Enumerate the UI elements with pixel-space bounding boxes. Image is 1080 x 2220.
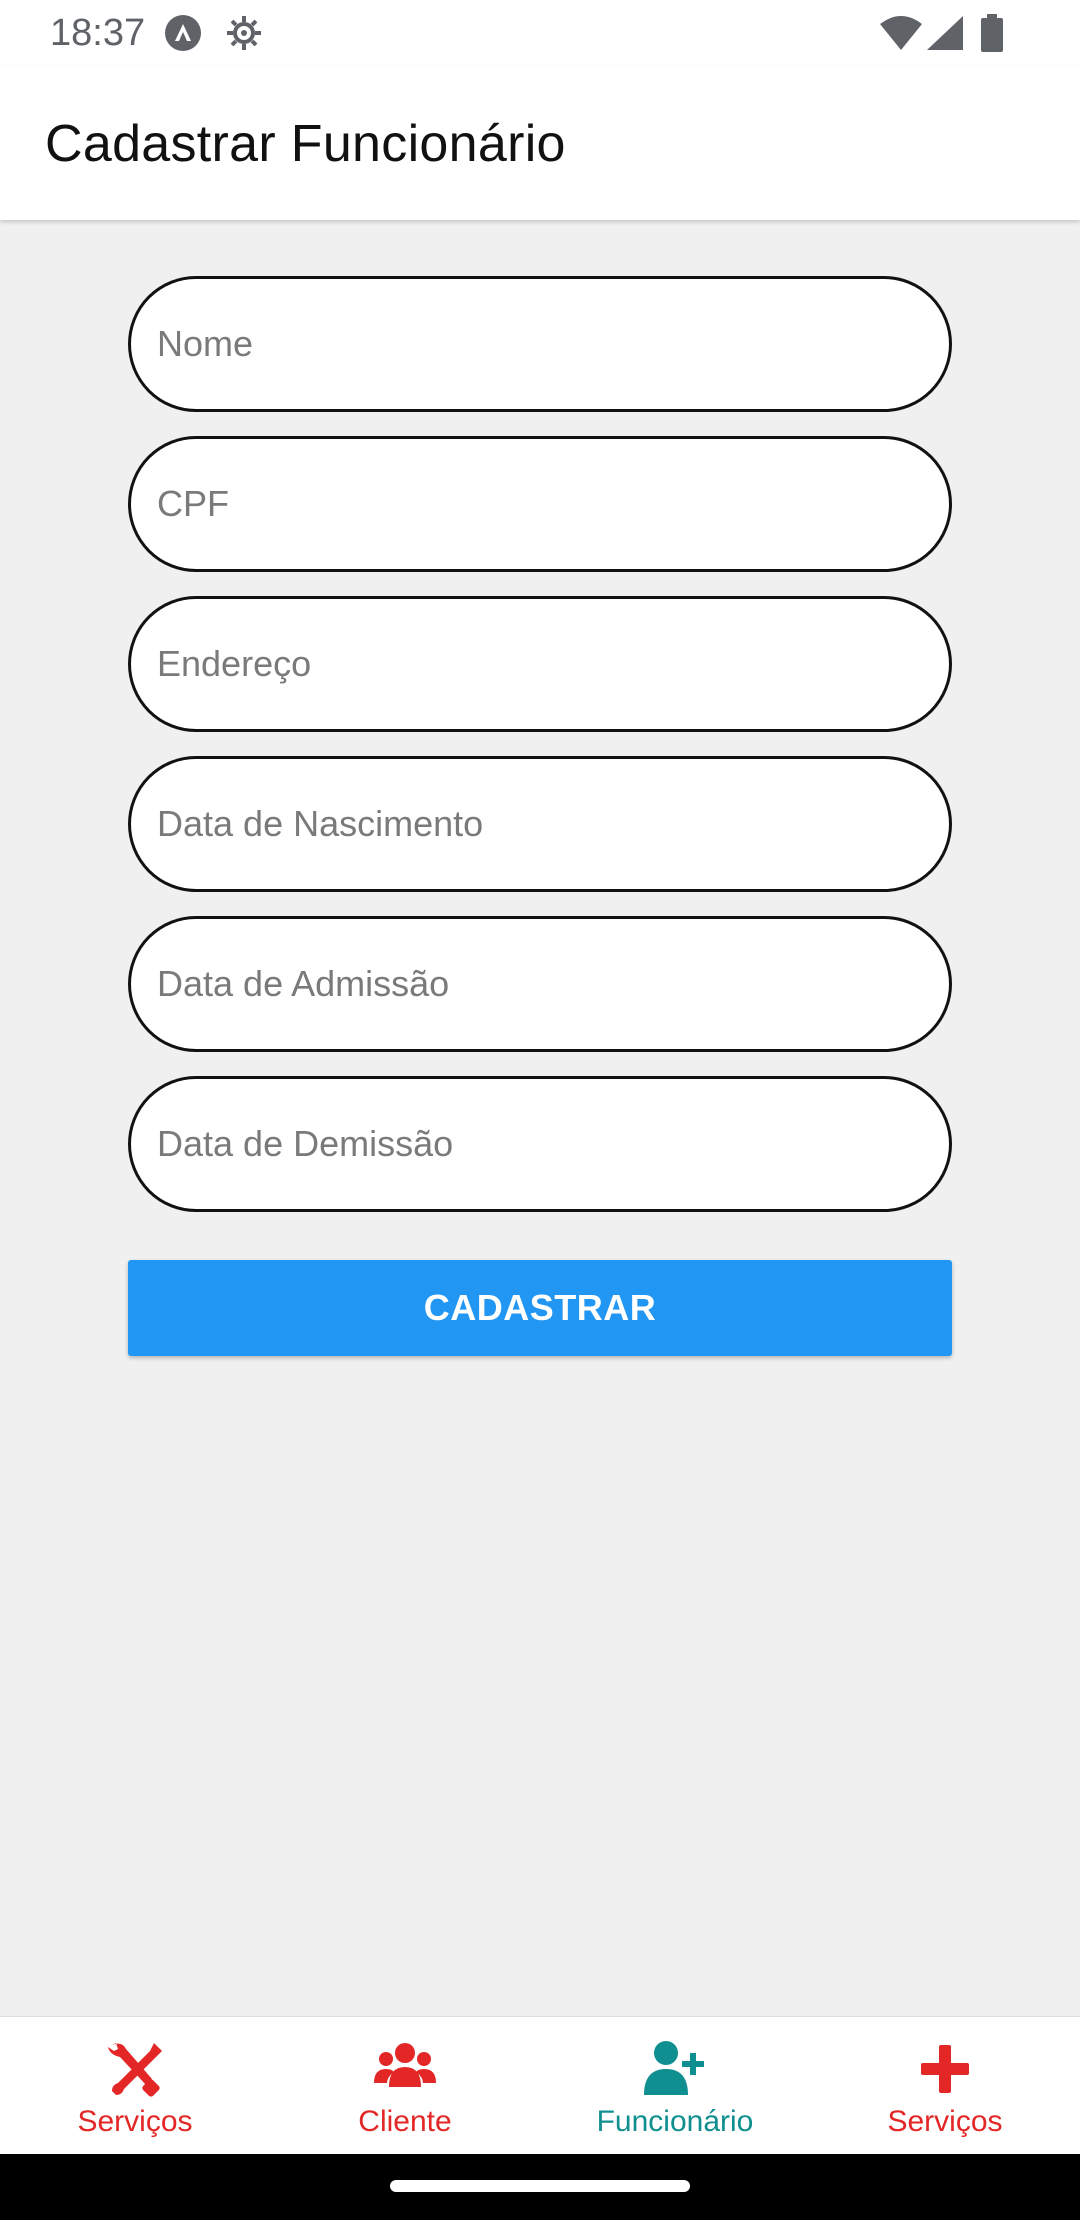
tools-icon [108, 2043, 162, 2097]
home-gesture-handle[interactable] [390, 2180, 690, 2192]
a-badge-icon [165, 15, 201, 51]
nav-item-funcionario[interactable]: Funcionário [540, 2017, 810, 2155]
plus-icon [921, 2045, 969, 2093]
nav-label-cliente: Cliente [358, 2105, 452, 2138]
status-bar: 18:37 [0, 0, 1080, 66]
nav-label-servicos-add: Serviços [887, 2105, 1003, 2138]
birth-date-field[interactable] [128, 756, 952, 892]
cpf-field[interactable] [128, 436, 952, 572]
gear-icon [227, 16, 261, 50]
battery-icon [981, 14, 1003, 52]
dismissal-date-input[interactable] [157, 1123, 949, 1165]
nav-label-servicos: Serviços [77, 2105, 193, 2138]
bottom-navigation: Serviços Cliente Funcionário Serviços [0, 2016, 1080, 2154]
screen: 18:37 Cadastrar Funcionário Nome CPF End… [0, 0, 1080, 2220]
nav-label-funcionario: Funcionário [596, 2105, 754, 2138]
wifi-icon [880, 16, 922, 50]
nav-item-servicos[interactable]: Serviços [0, 2017, 270, 2155]
admission-date-input[interactable] [157, 963, 949, 1005]
status-time: 18:37 [50, 12, 146, 54]
name-field[interactable] [128, 276, 952, 412]
nav-item-servicos-add[interactable]: Serviços [810, 2017, 1080, 2155]
user-plus-icon [644, 2041, 704, 2095]
nav-item-cliente[interactable]: Cliente [270, 2017, 540, 2155]
name-input[interactable] [157, 323, 949, 365]
address-field[interactable] [128, 596, 952, 732]
register-button[interactable]: CADASTRAR [128, 1260, 952, 1356]
birth-date-input[interactable] [157, 803, 949, 845]
app-bar: Cadastrar Funcionário [0, 66, 1080, 220]
dismissal-date-field[interactable] [128, 1076, 952, 1212]
signal-icon [927, 16, 963, 50]
gesture-bar [0, 2154, 1080, 2220]
page-title: Cadastrar Funcionário [45, 115, 566, 173]
users-icon [374, 2043, 436, 2087]
admission-date-field[interactable] [128, 916, 952, 1052]
address-input[interactable] [157, 643, 949, 685]
employee-form [128, 276, 952, 1236]
cpf-input[interactable] [157, 483, 949, 525]
